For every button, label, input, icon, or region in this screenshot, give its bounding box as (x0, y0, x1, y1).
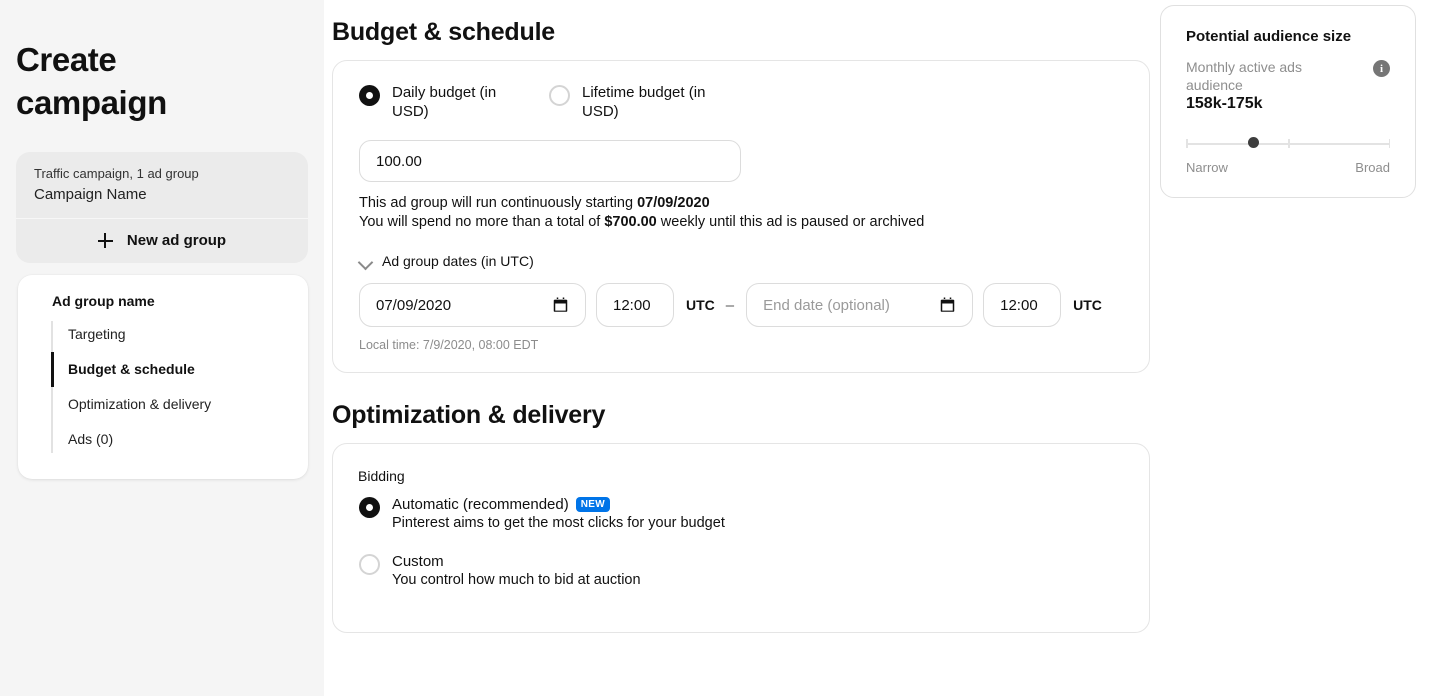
calendar-icon[interactable] (940, 298, 955, 313)
main-content: Budget & schedule Daily budget (in USD) … (324, 0, 1154, 696)
budget-section-title: Budget & schedule (324, 0, 1154, 47)
budget-schedule-card: Daily budget (in USD) Lifetime budget (i… (332, 60, 1150, 373)
lifetime-budget-radio[interactable] (549, 85, 570, 106)
start-date-value: 07/09/2020 (376, 297, 451, 314)
run-text-prefix: This ad group will run continuously star… (359, 195, 637, 211)
create-campaign-page: Create campaign Traffic campaign, 1 ad g… (0, 0, 1440, 696)
info-icon[interactable]: i (1373, 60, 1390, 77)
ad-group-dates-toggle[interactable]: Ad group dates (in UTC) (333, 232, 1149, 269)
page-title: Create campaign (0, 0, 230, 124)
campaign-info: Traffic campaign, 1 ad group Campaign Na… (16, 152, 308, 219)
budget-type-radio-group: Daily budget (in USD) Lifetime budget (i… (333, 61, 1149, 121)
new-badge: NEW (576, 497, 610, 512)
daily-budget-radio[interactable] (359, 85, 380, 106)
bidding-option-custom[interactable]: Custom You control how much to bid at au… (333, 533, 1149, 590)
bidding-option-automatic[interactable]: Automatic (recommended) NEW Pinterest ai… (333, 484, 1149, 533)
campaign-summary: Traffic campaign, 1 ad group (34, 164, 290, 183)
start-date-field[interactable]: 07/09/2020 (359, 283, 586, 327)
slider-labels: Narrow Broad (1186, 160, 1390, 175)
new-ad-group-label: New ad group (127, 232, 226, 249)
local-time-text: Local time: 7/9/2020, 08:00 EDT (333, 327, 1149, 372)
automatic-bidding-text: Automatic (recommended) NEW Pinterest ai… (392, 495, 725, 533)
custom-bidding-head: Custom (392, 552, 641, 571)
slider-thumb[interactable] (1248, 137, 1259, 148)
start-time-value: 12:00 (613, 297, 651, 314)
sidebar-item-ads[interactable]: Ads (0) (51, 422, 308, 457)
budget-amount-input[interactable] (359, 140, 741, 182)
spend-text-amount: $700.00 (604, 214, 656, 230)
custom-bidding-desc: You control how much to bid at auction (392, 572, 641, 588)
audience-subtitle: Monthly active ads audience (1186, 58, 1336, 94)
audience-subtitle-row: Monthly active ads audience i (1186, 58, 1390, 94)
sidebar-item-budget-schedule[interactable]: Budget & schedule (51, 352, 308, 387)
end-date-placeholder: End date (optional) (763, 297, 890, 314)
slider-tick-start (1186, 139, 1188, 148)
slider-tick-end (1389, 139, 1391, 148)
date-range-dash: – (726, 297, 734, 314)
custom-bidding-radio[interactable] (359, 554, 380, 575)
spend-text-suffix: weekly until this ad is paused or archiv… (657, 214, 925, 230)
automatic-bidding-desc: Pinterest aims to get the most clicks fo… (392, 515, 725, 531)
chevron-down-icon (359, 257, 372, 265)
daily-budget-label: Daily budget (in USD) (392, 83, 522, 121)
sidebar-item-targeting[interactable]: Targeting (51, 317, 308, 352)
optimization-delivery-card: Bidding Automatic (recommended) NEW Pint… (332, 443, 1150, 633)
nav-heading: Ad group name (18, 293, 308, 317)
sidebar-item-optimization-delivery[interactable]: Optimization & delivery (51, 387, 308, 422)
automatic-bidding-radio[interactable] (359, 497, 380, 518)
audience-size-value: 158k-175k (1186, 95, 1390, 113)
audience-breadth-slider[interactable] (1186, 137, 1390, 151)
lifetime-budget-label: Lifetime budget (in USD) (582, 83, 712, 121)
automatic-bidding-title: Automatic (recommended) (392, 495, 569, 514)
run-text-date: 07/09/2020 (637, 195, 710, 211)
campaign-name: Campaign Name (34, 184, 290, 205)
automatic-bidding-head: Automatic (recommended) NEW (392, 495, 725, 514)
start-timezone-label: UTC (686, 297, 715, 313)
new-ad-group-button[interactable]: New ad group (16, 219, 308, 263)
spend-text-prefix: You will spend no more than a total of (359, 214, 604, 230)
end-time-field[interactable]: 12:00 (983, 283, 1061, 327)
potential-audience-panel: Potential audience size Monthly active a… (1160, 5, 1416, 198)
end-date-field[interactable]: End date (optional) (746, 283, 973, 327)
optimization-section-title: Optimization & delivery (324, 373, 1154, 430)
audience-panel-title: Potential audience size (1186, 28, 1390, 45)
bidding-label: Bidding (333, 444, 1149, 484)
custom-bidding-text: Custom You control how much to bid at au… (392, 552, 641, 590)
nav-list: Targeting Budget & schedule Optimization… (18, 317, 308, 457)
slider-label-narrow: Narrow (1186, 160, 1228, 175)
slider-label-broad: Broad (1355, 160, 1390, 175)
ad-group-nav: Ad group name Targeting Budget & schedul… (18, 275, 308, 479)
campaign-card: Traffic campaign, 1 ad group Campaign Na… (16, 152, 308, 263)
calendar-icon[interactable] (553, 298, 568, 313)
end-time-value: 12:00 (1000, 297, 1038, 314)
daily-budget-option[interactable]: Daily budget (in USD) (359, 83, 549, 121)
slider-tick-middle (1288, 139, 1290, 148)
spend-limit-text: You will spend no more than a total of $… (333, 213, 1149, 232)
date-range-row: 07/09/2020 12:00 UTC – End date (333, 269, 1149, 327)
custom-bidding-title: Custom (392, 552, 444, 571)
sidebar: Create campaign Traffic campaign, 1 ad g… (0, 0, 324, 696)
start-time-field[interactable]: 12:00 (596, 283, 674, 327)
ad-group-dates-label: Ad group dates (in UTC) (382, 253, 534, 269)
lifetime-budget-option[interactable]: Lifetime budget (in USD) (549, 83, 712, 121)
card-bottom-spacer (333, 590, 1149, 632)
end-timezone-label: UTC (1073, 297, 1102, 313)
plus-icon (98, 233, 113, 248)
run-continuously-text: This ad group will run continuously star… (333, 182, 1149, 213)
